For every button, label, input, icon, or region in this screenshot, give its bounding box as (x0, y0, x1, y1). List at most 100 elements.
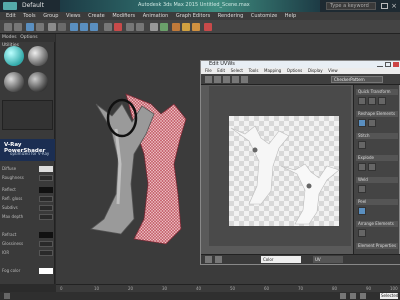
rollout-weld[interactable]: Weld (356, 177, 398, 183)
menu-item[interactable]: Customize (251, 12, 277, 20)
snap-icon[interactable] (104, 23, 112, 31)
key-icon[interactable] (340, 293, 346, 299)
scale-icon[interactable] (90, 23, 98, 31)
lock-icon[interactable] (205, 256, 212, 263)
tab-modes[interactable]: Modes (2, 34, 17, 42)
uv-canvas-svg (209, 86, 351, 246)
app-logo-icon[interactable] (3, 2, 17, 10)
freeform-icon[interactable] (232, 76, 239, 83)
glossiness-field[interactable] (39, 241, 53, 247)
straighten-icon[interactable] (358, 119, 366, 127)
scale-icon[interactable] (223, 76, 230, 83)
menu-item[interactable]: Create (88, 12, 105, 20)
undo-icon[interactable] (4, 23, 12, 31)
refract-swatch[interactable] (39, 232, 53, 238)
timeline-tick: 10 (94, 286, 100, 291)
window-title: Autodesk 3ds Max 2015 Untitled_Scene.max (138, 2, 250, 8)
vray-banner: V-Ray PowerShader optimized for V-Ray (0, 139, 55, 161)
angle-snap-icon[interactable] (114, 23, 122, 31)
menu-item[interactable]: Tools (23, 12, 35, 20)
menu-item[interactable]: Modifiers (112, 12, 135, 20)
param-row: Refl. gloss (2, 196, 53, 203)
play-icon[interactable] (350, 293, 356, 299)
weld-icon[interactable] (358, 185, 366, 193)
close-icon[interactable]: × (391, 2, 397, 10)
align-icon[interactable] (358, 97, 366, 105)
ior-field[interactable] (39, 250, 53, 256)
search-input[interactable]: Type a keyword (326, 2, 376, 10)
material-slot-sphere[interactable] (28, 46, 48, 66)
fog-color-swatch[interactable] (39, 268, 53, 274)
uv-canvas[interactable] (209, 86, 351, 246)
curve-editor-icon[interactable] (150, 23, 158, 31)
minimize-icon[interactable] (377, 62, 383, 67)
schematic-view-icon[interactable] (160, 23, 168, 31)
menu-item[interactable]: Animation (143, 12, 169, 20)
maximize-icon[interactable] (385, 62, 391, 67)
material-slot-sphere[interactable] (28, 72, 48, 92)
subdivs-field[interactable] (39, 205, 53, 211)
select-link-icon[interactable] (26, 23, 34, 31)
refl-gloss-field[interactable] (39, 196, 53, 202)
rollout-stitch[interactable]: Stitch (356, 133, 398, 139)
uv-zoom-field[interactable]: UV (313, 256, 343, 263)
roughness-field[interactable] (39, 175, 53, 181)
menu-item[interactable]: Rendering (218, 12, 244, 20)
stitch-icon[interactable] (358, 141, 366, 149)
align-icon[interactable] (378, 97, 386, 105)
rollout-quick-transform[interactable]: Quick Transform (356, 89, 398, 95)
param-label: Refract (2, 232, 17, 237)
uv-vertex[interactable] (252, 147, 258, 153)
diffuse-swatch[interactable] (39, 166, 53, 172)
selection-filter-field[interactable]: Selected (380, 293, 398, 299)
max-depth-field[interactable] (39, 214, 53, 220)
mirror-icon[interactable] (241, 76, 248, 83)
material-slot-sphere[interactable] (4, 46, 24, 66)
move-icon[interactable] (205, 76, 212, 83)
peel-icon[interactable] (358, 207, 366, 215)
flatten-icon[interactable] (368, 163, 376, 171)
uv-vertex[interactable] (306, 183, 312, 189)
mirror-icon[interactable] (126, 23, 134, 31)
rollout-element-properties[interactable]: Element Properties (356, 243, 398, 249)
maxscript-icon[interactable] (4, 293, 10, 299)
menu-item[interactable]: Edit (6, 12, 16, 20)
render-icon[interactable] (192, 23, 200, 31)
rollout-peel[interactable]: Peel (356, 199, 398, 205)
select-object-icon[interactable] (48, 23, 56, 31)
move-icon[interactable] (70, 23, 78, 31)
align-icon[interactable] (136, 23, 144, 31)
maximize-icon[interactable] (381, 3, 388, 9)
rotate-icon[interactable] (214, 76, 221, 83)
menu-item[interactable]: Graph Editors (176, 12, 210, 20)
zoom-icon[interactable] (360, 293, 366, 299)
material-slot-sphere[interactable] (4, 72, 24, 92)
material-editor-panel: Modes Options Utilities V-Ray PowerShade… (0, 34, 55, 284)
unlink-icon[interactable] (36, 23, 44, 31)
relax-icon[interactable] (368, 119, 376, 127)
grid-icon[interactable] (215, 256, 222, 263)
close-icon[interactable] (393, 62, 399, 67)
param-label: Reflect (2, 187, 16, 192)
pack-icon[interactable] (358, 229, 366, 237)
redo-icon[interactable] (14, 23, 22, 31)
select-by-name-icon[interactable] (58, 23, 66, 31)
render-frame-icon[interactable] (204, 23, 212, 31)
timeline[interactable]: 0 10 20 30 40 50 60 70 80 90 100 (56, 284, 400, 292)
rotate-icon[interactable] (80, 23, 88, 31)
rollout-explode[interactable]: Explode (356, 155, 398, 161)
break-icon[interactable] (358, 163, 366, 171)
material-editor-icon[interactable] (172, 23, 180, 31)
menu-item[interactable]: Views (66, 12, 80, 20)
timeline-tick: 70 (298, 286, 304, 291)
menu-item[interactable]: Group (43, 12, 58, 20)
align-icon[interactable] (368, 97, 376, 105)
uv-status-field[interactable]: Color (261, 256, 301, 263)
rollout-arrange[interactable]: Arrange Elements (356, 221, 398, 227)
menu-item[interactable]: Help (285, 12, 296, 20)
rollout-reshape[interactable]: Reshape Elements (356, 111, 398, 117)
render-setup-icon[interactable] (182, 23, 190, 31)
tab-options[interactable]: Options (20, 34, 37, 42)
texture-dropdown[interactable]: CheckerPattern (331, 76, 383, 83)
reflect-swatch[interactable] (39, 187, 53, 193)
